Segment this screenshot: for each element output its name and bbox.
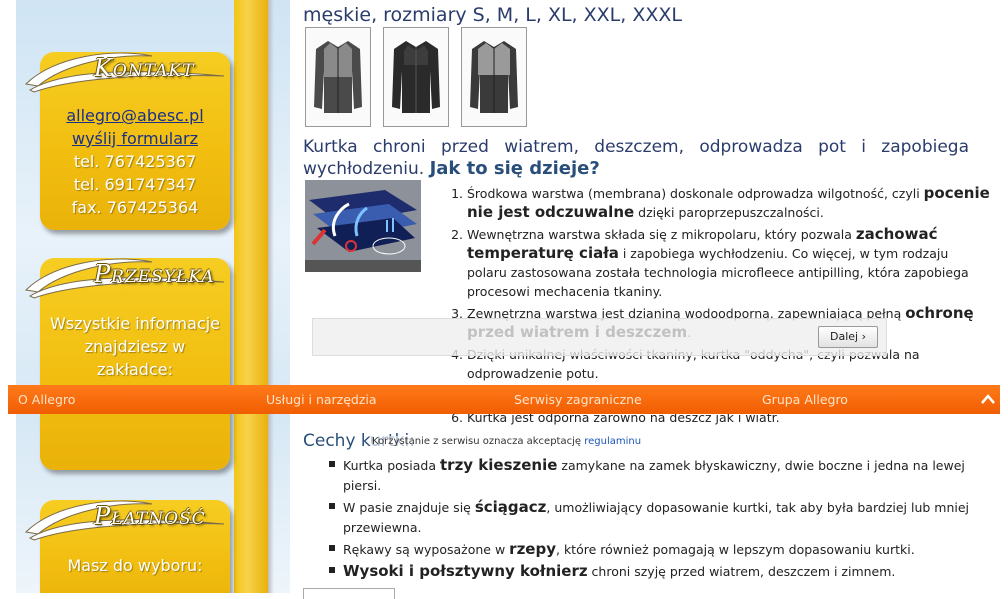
- nav-allegro-group[interactable]: Grupa Allegro: [762, 385, 848, 414]
- jacket-thumbnail-2[interactable]: [383, 27, 449, 127]
- bullet-icon: [329, 567, 335, 573]
- contact-email-link[interactable]: allegro@abesc.pl: [66, 106, 203, 125]
- payment-heading: Płatność: [24, 498, 225, 541]
- nav-about-allegro[interactable]: O Allegro: [18, 385, 75, 414]
- list-item: Wysoki i połsztywny kołnierz chroni szyj…: [329, 561, 971, 582]
- contact-phone-1: tel. 767425367: [73, 152, 197, 171]
- bullet-icon: [329, 545, 335, 551]
- intro-paragraph: Kurtka chroni przed wiatrem, deszczem, o…: [303, 136, 969, 180]
- next-button[interactable]: Dalej ›: [818, 326, 878, 348]
- features-list: Kurtka posiada trzy kieszenie zamykane n…: [329, 455, 971, 583]
- bullet-icon: [329, 503, 335, 509]
- cookie-notice: Korzystanie z serwisu oznacza akceptację…: [372, 436, 642, 447]
- fabric-layers-icon: [305, 180, 421, 272]
- shipping-line-1: Wszystkie informacje: [49, 314, 221, 333]
- bullet-icon: [329, 461, 335, 467]
- shipping-line-2: znajdziesz w: [84, 337, 186, 356]
- contact-details: allegro@abesc.pl wyślij formularz tel. 7…: [40, 104, 230, 219]
- sidebar: allegro@abesc.pl wyślij formularz tel. 7…: [0, 0, 290, 593]
- jacket-black-icon: [392, 41, 440, 113]
- nav-foreign-services[interactable]: Serwisy zagraniczne: [514, 385, 642, 414]
- sidebar-stripe-shadow: [268, 0, 274, 593]
- jacket-thumbnail-3[interactable]: [461, 27, 527, 127]
- contact-heading-text: Kontakt: [94, 54, 195, 82]
- sidebar-edge: [0, 0, 16, 593]
- product-description: męskie, rozmiary S, M, L, XL, XXL, XXXL: [303, 0, 990, 599]
- shipping-details: Wszystkie informacje znajdziesz w zakład…: [40, 312, 230, 381]
- shipping-heading-text: Przesyłka: [94, 260, 215, 288]
- terms-link[interactable]: regulaminu: [584, 436, 641, 447]
- list-item: Środkowa warstwa (membrana) doskonale od…: [467, 184, 992, 222]
- jacket-grey-icon: [470, 41, 518, 113]
- overlay-strip: [312, 318, 887, 356]
- contact-fax: fax. 767425364: [71, 198, 199, 217]
- list-item: Rękawy są wyposażone w rzepy, które równ…: [329, 539, 971, 560]
- sidebar-gold-stripe: [234, 0, 268, 593]
- intro-question: Jak to się dzieje?: [429, 158, 600, 179]
- cookie-notice-text: Korzystanie z serwisu oznacza akceptację: [372, 436, 585, 447]
- intro-text: Kurtka chroni przed wiatrem, deszczem, o…: [303, 137, 969, 179]
- nav-services-tools[interactable]: Usługi i narzędzia: [266, 385, 377, 414]
- payment-details: Masz do wyboru:: [40, 554, 230, 577]
- bottom-frame: [303, 588, 395, 599]
- membrane-diagram: [305, 180, 421, 272]
- contact-heading: Kontakt: [24, 50, 225, 93]
- chevron-up-icon[interactable]: [980, 391, 996, 407]
- thumbnail-strip: [305, 27, 527, 127]
- list-item: Wewnętrzna warstwa składa się z mikropol…: [467, 225, 992, 301]
- list-item: Kurtka posiada trzy kieszenie zamykane n…: [329, 455, 971, 496]
- payment-line-1: Masz do wyboru:: [67, 556, 203, 575]
- contact-form-link[interactable]: wyślij formularz: [72, 129, 198, 148]
- jacket-front-icon: [314, 41, 362, 113]
- contact-phone-2: tel. 691747347: [73, 175, 197, 194]
- shipping-heading: Przesyłka: [24, 256, 225, 299]
- shipping-line-3: zakładce:: [96, 360, 173, 379]
- jacket-thumbnail-1[interactable]: [305, 27, 371, 127]
- payment-heading-text: Płatność: [94, 502, 206, 530]
- list-item: W pasie znajduje się ściągacz, umożliwia…: [329, 497, 971, 538]
- footer-nav-bar: O Allegro Usługi i narzędzia Serwisy zag…: [8, 385, 1000, 414]
- sizes-line: męskie, rozmiary S, M, L, XL, XXL, XXXL: [303, 4, 682, 26]
